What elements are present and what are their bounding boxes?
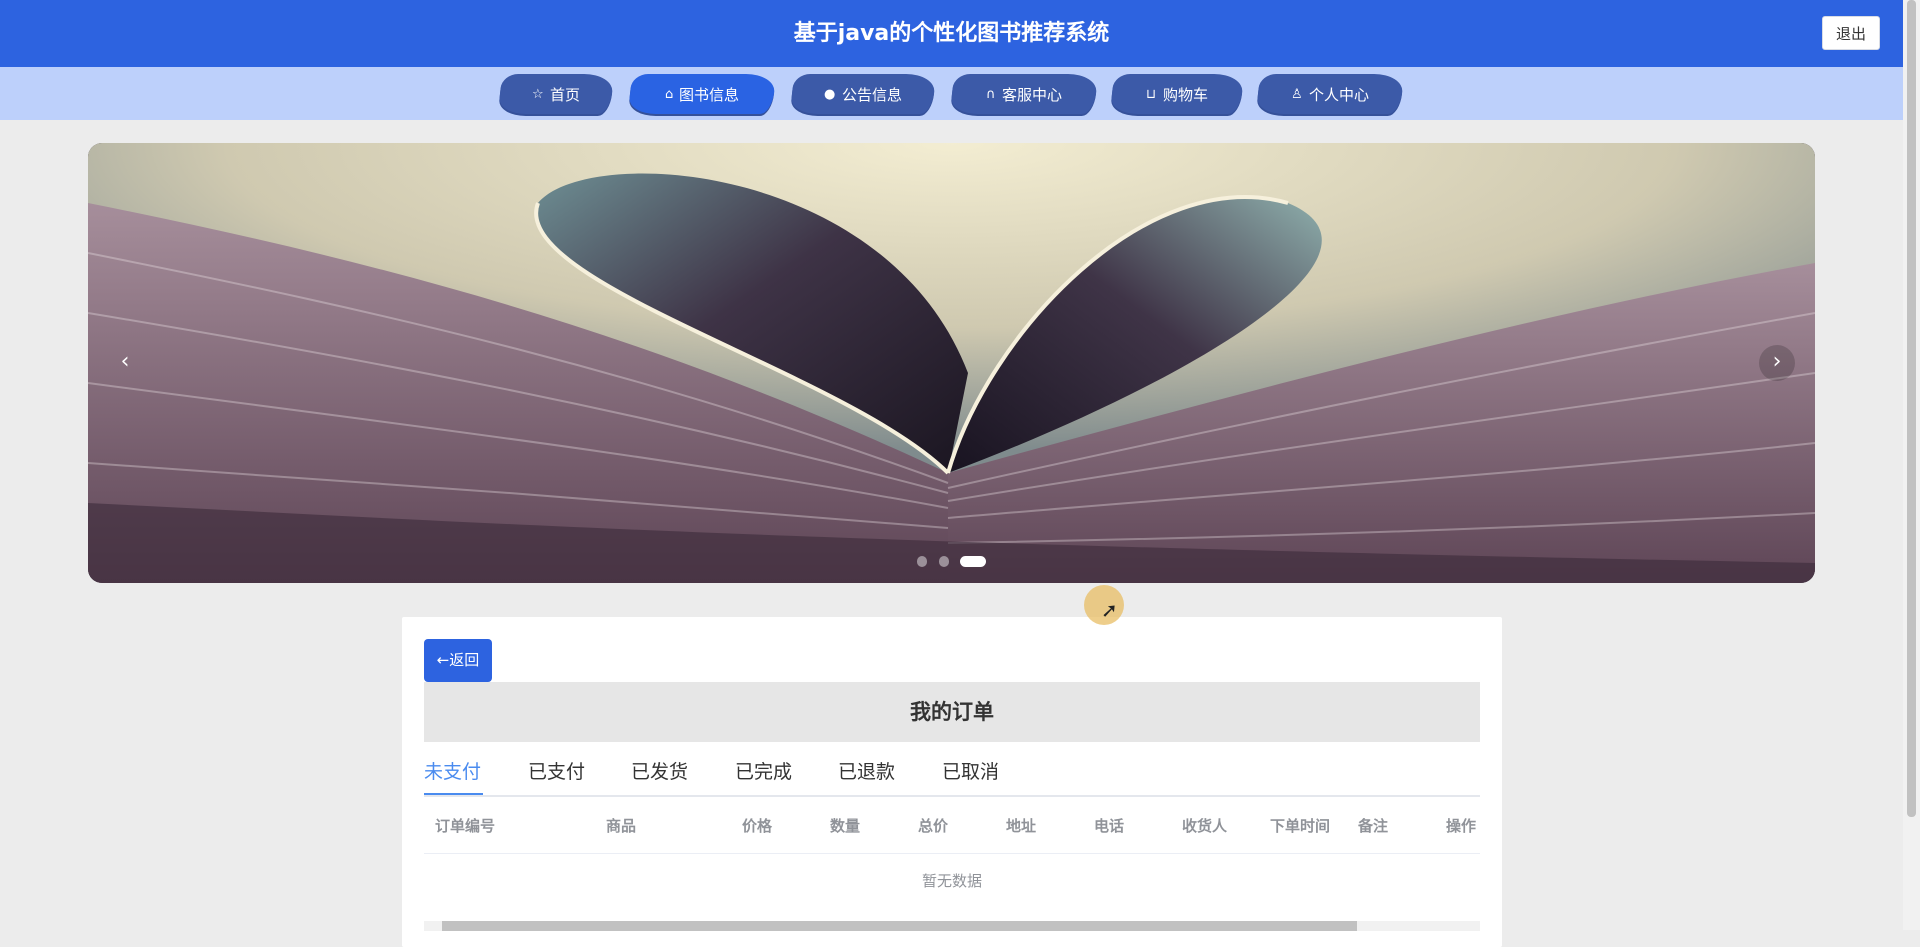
tab-unpaid[interactable]: 未支付 — [424, 752, 481, 792]
nav-item-label: 购物车 — [1162, 85, 1208, 104]
open-book-heart-image — [88, 143, 1815, 583]
empty-table-message: 暂无数据 — [921, 872, 982, 890]
nav-item-profile[interactable]: ♙ 个人中心 — [1255, 74, 1405, 114]
bag-icon: ⌂ — [664, 86, 674, 102]
tab-cancelled[interactable]: 已取消 — [942, 752, 999, 792]
column-header: 商品 — [606, 817, 637, 835]
column-header: 收货人 — [1182, 817, 1228, 835]
carousel-prev-button[interactable]: ‹ — [107, 345, 143, 381]
nav-item-label: 公告信息 — [841, 85, 902, 104]
carousel-indicator[interactable] — [939, 556, 949, 567]
nav-item-announcements[interactable]: ● 公告信息 — [789, 74, 937, 114]
nav-item-books[interactable]: ⌂ 图书信息 — [627, 74, 777, 114]
page-vertical-scrollbar[interactable] — [1903, 0, 1920, 930]
nav-item-cart[interactable]: ⊔ 购物车 — [1109, 74, 1245, 114]
column-header: 地址 — [1006, 817, 1037, 835]
user-icon: ♙ — [1291, 86, 1303, 102]
top-header: 基于java的个性化图书推荐系统 退出 — [0, 0, 1903, 67]
column-header: 总价 — [918, 817, 949, 835]
nav-item-label: 图书信息 — [679, 85, 740, 104]
nav-item-customer-service[interactable]: ∩ 客服中心 — [949, 74, 1099, 114]
tab-paid[interactable]: 已支付 — [528, 752, 585, 792]
column-header: 备注 — [1358, 817, 1389, 835]
main-nav: ☆ 首页 ⌂ 图书信息 ● 公告信息 ∩ 客服中心 ⊔ 购物车 ♙ 个人中心 — [0, 67, 1903, 120]
carousel-slide-image — [88, 143, 1815, 583]
info-icon: ● — [824, 86, 836, 102]
carousel-next-button[interactable]: › — [1759, 345, 1795, 381]
tab-completed[interactable]: 已完成 — [735, 752, 792, 792]
logout-button[interactable]: 退出 — [1822, 16, 1880, 50]
scrollbar-thumb[interactable] — [1907, 0, 1916, 817]
column-header: 电话 — [1094, 817, 1125, 835]
star-icon: ☆ — [532, 86, 544, 102]
table-header-divider — [424, 853, 1480, 854]
carousel-indicator-active[interactable] — [960, 556, 986, 567]
page-title: 我的订单 — [424, 682, 1480, 742]
column-header: 操作 — [1446, 817, 1477, 835]
cart-icon: ⊔ — [1146, 86, 1157, 102]
nav-item-label: 首页 — [549, 85, 580, 104]
nav-item-label: 客服中心 — [1001, 85, 1062, 104]
cursor-arrow-icon: ➚ — [1101, 598, 1118, 622]
active-tab-underline — [424, 793, 483, 795]
site-title: 基于java的个性化图书推荐系统 — [793, 21, 1110, 46]
tab-refunded[interactable]: 已退款 — [838, 752, 895, 792]
column-header: 订单编号 — [435, 817, 496, 835]
nav-item-home[interactable]: ☆ 首页 — [497, 74, 615, 114]
orders-panel: ←返回 我的订单 未支付 已支付 已发货 已完成 已退款 已取消 订单编号 商品… — [402, 617, 1502, 947]
column-header: 价格 — [742, 817, 773, 835]
headset-icon: ∩ — [986, 86, 996, 102]
back-button[interactable]: ←返回 — [424, 639, 492, 682]
carousel-indicator[interactable] — [917, 556, 927, 567]
nav-item-label: 个人中心 — [1308, 85, 1369, 104]
column-header: 数量 — [830, 817, 861, 835]
order-status-tabs: 未支付 已支付 已发货 已完成 已退款 已取消 — [424, 752, 1480, 797]
tab-shipped[interactable]: 已发货 — [631, 752, 688, 792]
column-header: 下单时间 — [1270, 817, 1331, 835]
